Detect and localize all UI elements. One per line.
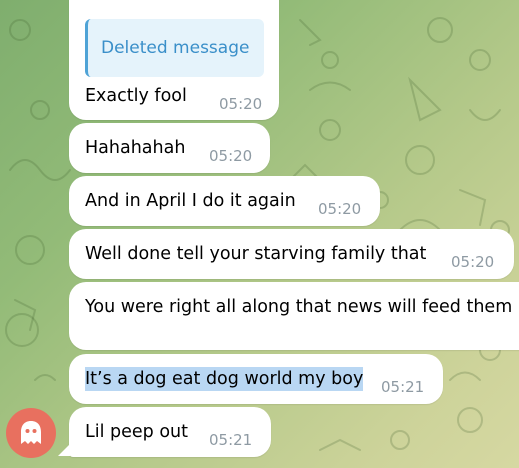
message-bubble[interactable]: Deleted message Exactly fool 05:20 — [69, 0, 279, 120]
message-bubble[interactable]: And in April I do it again 05:20 — [69, 176, 380, 226]
message-bubble[interactable]: You were right all along that news will … — [69, 282, 519, 350]
reply-preview[interactable]: Deleted message — [85, 19, 264, 77]
message-text: And in April I do it again — [85, 191, 296, 211]
reply-preview-text: Deleted message — [101, 38, 250, 58]
ghost-icon — [21, 421, 41, 444]
message-time: 05:20 — [451, 253, 495, 271]
message-bubble[interactable]: Well done tell your starving family that… — [69, 229, 514, 279]
message-time: 05:21 — [209, 431, 253, 449]
message-list[interactable]: Deleted message Exactly fool 05:20 Hahah… — [0, 0, 519, 468]
message-text: Exactly fool — [85, 86, 187, 106]
message-time: 05:20 — [318, 200, 362, 218]
message-time: 05:20 — [209, 147, 253, 165]
message-text: You were right all along that news will … — [85, 297, 513, 317]
message-bubble[interactable]: It’s a dog eat dog world my boy 05:21 — [69, 354, 443, 404]
message-text-selected[interactable]: It’s a dog eat dog world my boy — [85, 367, 364, 391]
message-text: Well done tell your starving family that — [85, 244, 427, 264]
message-text: Hahahahah — [85, 138, 186, 158]
message-text: Lil peep out — [85, 422, 189, 442]
message-bubble[interactable]: Lil peep out 05:21 — [69, 407, 271, 457]
bubble-tail — [58, 444, 70, 456]
sender-avatar[interactable] — [6, 408, 56, 458]
message-bubble[interactable]: Hahahahah 05:20 — [69, 123, 270, 173]
message-time: 05:20 — [219, 95, 263, 113]
message-time: 05:21 — [381, 378, 425, 396]
